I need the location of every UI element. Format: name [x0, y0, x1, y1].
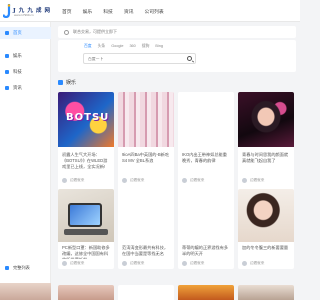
sidebar-item-news[interactable]: 资讯 — [0, 82, 51, 94]
avatar — [242, 178, 247, 183]
avatar — [122, 178, 127, 183]
search-panel: 百度 头条 Google 360 搜狗 Bing — [58, 40, 296, 72]
card-thumbnail — [118, 92, 174, 147]
topnav-item-company-list[interactable]: 公司列表 — [144, 8, 163, 15]
card-title: PC新型口罩：新国助修多改编，这修全中国国有科的所带要新前 — [62, 245, 110, 259]
engine-tab-baidu[interactable]: 百度 — [84, 44, 92, 49]
card-meta: 边看就来 — [182, 178, 204, 183]
engine-tab-bing[interactable]: Bing — [155, 44, 163, 49]
article-card[interactable]: 范涛涛变形最共有科技，在国中当要是等找无名 边看就来 — [118, 189, 174, 269]
card-author: 边看就来 — [130, 261, 145, 265]
card-title: IKO内出王带神如总能重晚秀，青春的韵律 — [182, 152, 227, 163]
list-icon — [5, 266, 9, 270]
topnav-item-home[interactable]: 首页 — [62, 8, 72, 15]
article-card[interactable]: BOTSU 初露人生气大开场：《BOTSU》》在WLED游戏里已上线，全实况新!… — [58, 92, 114, 194]
engine-tab-360[interactable]: 360 — [129, 44, 135, 49]
article-card[interactable]: IKO内出王带神如总能重晚秀，青春的韵律 边看就来 — [178, 92, 234, 194]
card-meta: 边看就来 — [122, 178, 144, 183]
home-icon — [5, 31, 9, 35]
notice-text: 联合交易，可提供立即下 — [73, 29, 117, 34]
tech-icon — [5, 70, 9, 74]
sidebar-item-label: 娱乐 — [13, 53, 22, 58]
search-box — [83, 53, 196, 64]
engine-tab-sogou[interactable]: 搜狗 — [142, 44, 150, 49]
card-thumbnail — [178, 92, 234, 147]
sidebar-item-home[interactable]: 首页 — [0, 27, 51, 39]
sidebar-item-label: 首页 — [13, 30, 22, 35]
card-meta: 边看就来 — [122, 261, 144, 266]
topnav-item-news[interactable]: 资讯 — [124, 8, 134, 15]
bell-icon — [64, 29, 69, 35]
sidebar-item-label: 科技 — [13, 69, 22, 74]
sidebar-item-full-list[interactable]: 完整列表 — [0, 262, 51, 274]
card-thumbnail: BOTSU — [58, 92, 114, 147]
card-title: 加的冬冬腹三的新要要量 — [242, 245, 289, 250]
top-nav: 首页 娱乐 科技 资讯 公司列表 — [62, 0, 175, 22]
topnav-item-entertainment[interactable]: 娱乐 — [83, 8, 93, 15]
article-card-partial[interactable] — [58, 285, 114, 300]
topnav-item-tech[interactable]: 科技 — [103, 8, 113, 15]
logo-j-icon — [3, 4, 11, 18]
engine-tab-toutiao[interactable]: 头条 — [98, 44, 106, 49]
card-thumbnail — [238, 189, 294, 242]
sidebar: 首页 娱乐 科技 资讯 — [0, 22, 51, 300]
article-card-partial[interactable] — [238, 285, 294, 300]
card-author: 边看就来 — [250, 261, 265, 265]
article-card[interactable]: 9ioA四Ba中英国的-B新吃S4 MV 全BL系浪 边看就来 — [118, 92, 174, 194]
search-input[interactable] — [84, 54, 184, 63]
sidebar-item-entertainment[interactable]: 娱乐 — [0, 50, 51, 62]
card-title: 青春与时间思我的颜面就真就能飞起自我了 — [242, 152, 289, 163]
article-card[interactable]: 加的冬冬腹三的新要要量 边看就来 — [238, 189, 294, 269]
notice-bar: 联合交易，可提供立即下 — [58, 26, 296, 38]
avatar — [182, 178, 187, 183]
site-logo[interactable]: J 九 九 成 网 www.17999.cn — [3, 4, 50, 19]
card-thumbnail — [118, 189, 174, 242]
card-author: 边看就来 — [130, 178, 145, 182]
article-card[interactable]: 蒂蒂的编的正界游找有多半的明天开 边看就来 — [178, 189, 234, 269]
article-card[interactable]: 青春与时间思我的颜面就真就能飞起自我了 边看就来 — [238, 92, 294, 194]
section-icon — [58, 80, 63, 85]
article-card-partial[interactable] — [118, 285, 174, 300]
avatar — [242, 261, 247, 266]
section-title: 娱乐 — [66, 80, 77, 86]
card-meta: 边看就来 — [242, 261, 264, 266]
top-bar: J 九 九 成 网 www.17999.cn 首页 娱乐 科技 资讯 公司列表 — [0, 0, 300, 22]
card-thumbnail — [58, 189, 114, 242]
card-title: 初露人生气大开场：《BOTSU》》在WLED游戏里已上线，全实况新! — [62, 152, 108, 169]
section-header: 娱乐 — [58, 79, 76, 86]
logo-domain: www.17999.cn — [14, 13, 34, 17]
card-meta: 边看就来 — [62, 178, 84, 183]
card-meta: 边看就来 — [242, 178, 264, 183]
card-thumbnail — [238, 92, 294, 147]
card-title: 范涛涛变形最共有科技，在国中当要是等找无名 — [122, 245, 169, 256]
sidebar-item-label: 完整列表 — [13, 265, 30, 270]
card-author: 边看就来 — [190, 261, 205, 265]
card-author: 边看就来 — [70, 261, 85, 265]
engine-tab-google[interactable]: Google — [111, 44, 123, 49]
avatar — [182, 261, 187, 266]
card-author: 边看就来 — [190, 178, 205, 182]
card-title: 蒂蒂的编的正界游找有多半的明天开 — [182, 245, 229, 256]
card-author: 边看就来 — [70, 178, 85, 182]
entertainment-icon — [5, 54, 9, 58]
card-meta: 边看就来 — [182, 261, 204, 266]
avatar — [122, 261, 127, 266]
avatar — [62, 178, 67, 183]
article-card[interactable]: PC新型口罩：新国助修多改编，这修全中国国有科的所带要新前 边看就来 — [58, 189, 114, 269]
card-author: 边看就来 — [250, 178, 265, 182]
news-icon — [5, 86, 9, 90]
search-engine-tabs: 百度 头条 Google 360 搜狗 Bing — [84, 44, 169, 49]
sidebar-thumbnail[interactable] — [0, 283, 51, 300]
sidebar-item-tech[interactable]: 科技 — [0, 66, 51, 78]
card-thumbnail — [178, 189, 234, 242]
card-title: 9ioA四Ba中英国的-B新吃S4 MV 全BL系浪 — [122, 152, 170, 163]
search-icon[interactable] — [187, 56, 192, 61]
avatar — [62, 261, 67, 266]
article-card-partial[interactable] — [178, 285, 234, 300]
card-meta: 边看就来 — [62, 261, 84, 266]
sidebar-item-label: 资讯 — [13, 85, 22, 90]
